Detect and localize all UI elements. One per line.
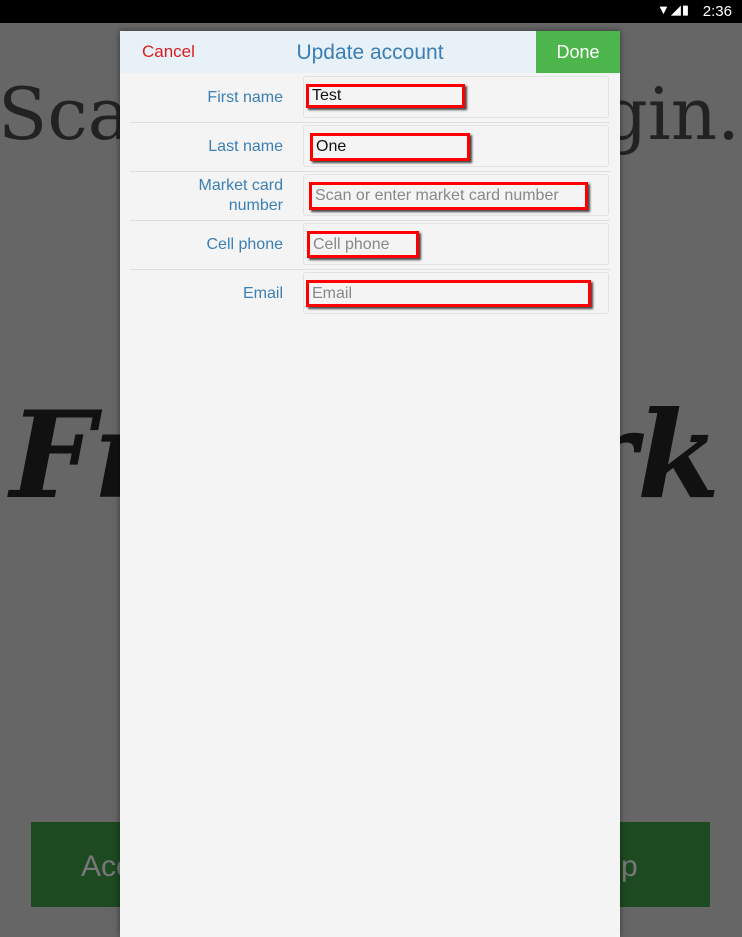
cell-phone-label: Cell phone [206,236,284,253]
update-account-dialog: Update account Cancel Done First name La… [120,31,620,937]
first-name-input[interactable] [306,84,465,108]
email-label: Email [242,285,283,302]
done-button[interactable]: Done [536,31,620,73]
cancel-button[interactable]: Cancel [142,42,195,62]
background-button-right: p [621,850,638,883]
email-row: Email [130,269,610,318]
email-input[interactable] [306,280,591,307]
wifi-signal-battery-icon: ▼◢▮ [656,2,690,17]
first-name-label: First name [207,89,283,106]
clock: 2:36 [702,3,732,20]
last-name-label: Last name [208,138,283,155]
background-heading-right: gin. [601,72,740,156]
dialog-header: Update account Cancel Done [120,31,620,73]
first-name-row: First name [130,73,610,123]
market-card-label: Market card number [198,177,283,214]
market-card-input[interactable] [309,182,588,210]
market-card-row: Market card number [130,171,610,221]
last-name-input[interactable] [310,133,470,161]
last-name-row: Last name [130,122,610,172]
cell-phone-input[interactable] [307,231,419,258]
status-bar: ▼◢▮ 2:36 [0,0,742,23]
background-heading-left: Sca [0,72,131,156]
cell-phone-row: Cell phone [130,220,610,270]
